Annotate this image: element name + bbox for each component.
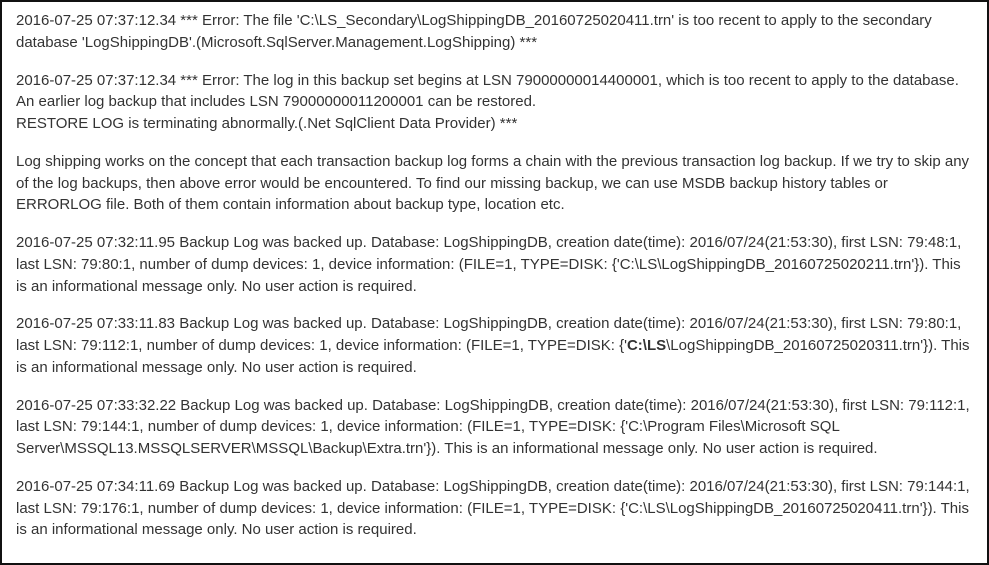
error-lsn-too-recent: 2016-07-25 07:37:12.34 *** Error: The lo… — [16, 70, 973, 135]
backup-entry-020311-bold-path: C:\LS — [627, 337, 666, 354]
backup-entry-extra: 2016-07-25 07:33:32.22 Backup Log was ba… — [16, 395, 973, 460]
backup-entry-020211: 2016-07-25 07:32:11.95 Backup Log was ba… — [16, 232, 973, 297]
backup-entry-020311: 2016-07-25 07:33:11.83 Backup Log was ba… — [16, 313, 973, 378]
backup-entry-020411: 2016-07-25 07:34:11.69 Backup Log was ba… — [16, 476, 973, 541]
error-file-too-recent: 2016-07-25 07:37:12.34 *** Error: The fi… — [16, 10, 973, 54]
explanation-paragraph: Log shipping works on the concept that e… — [16, 151, 973, 216]
log-document: 2016-07-25 07:37:12.34 *** Error: The fi… — [0, 0, 989, 565]
